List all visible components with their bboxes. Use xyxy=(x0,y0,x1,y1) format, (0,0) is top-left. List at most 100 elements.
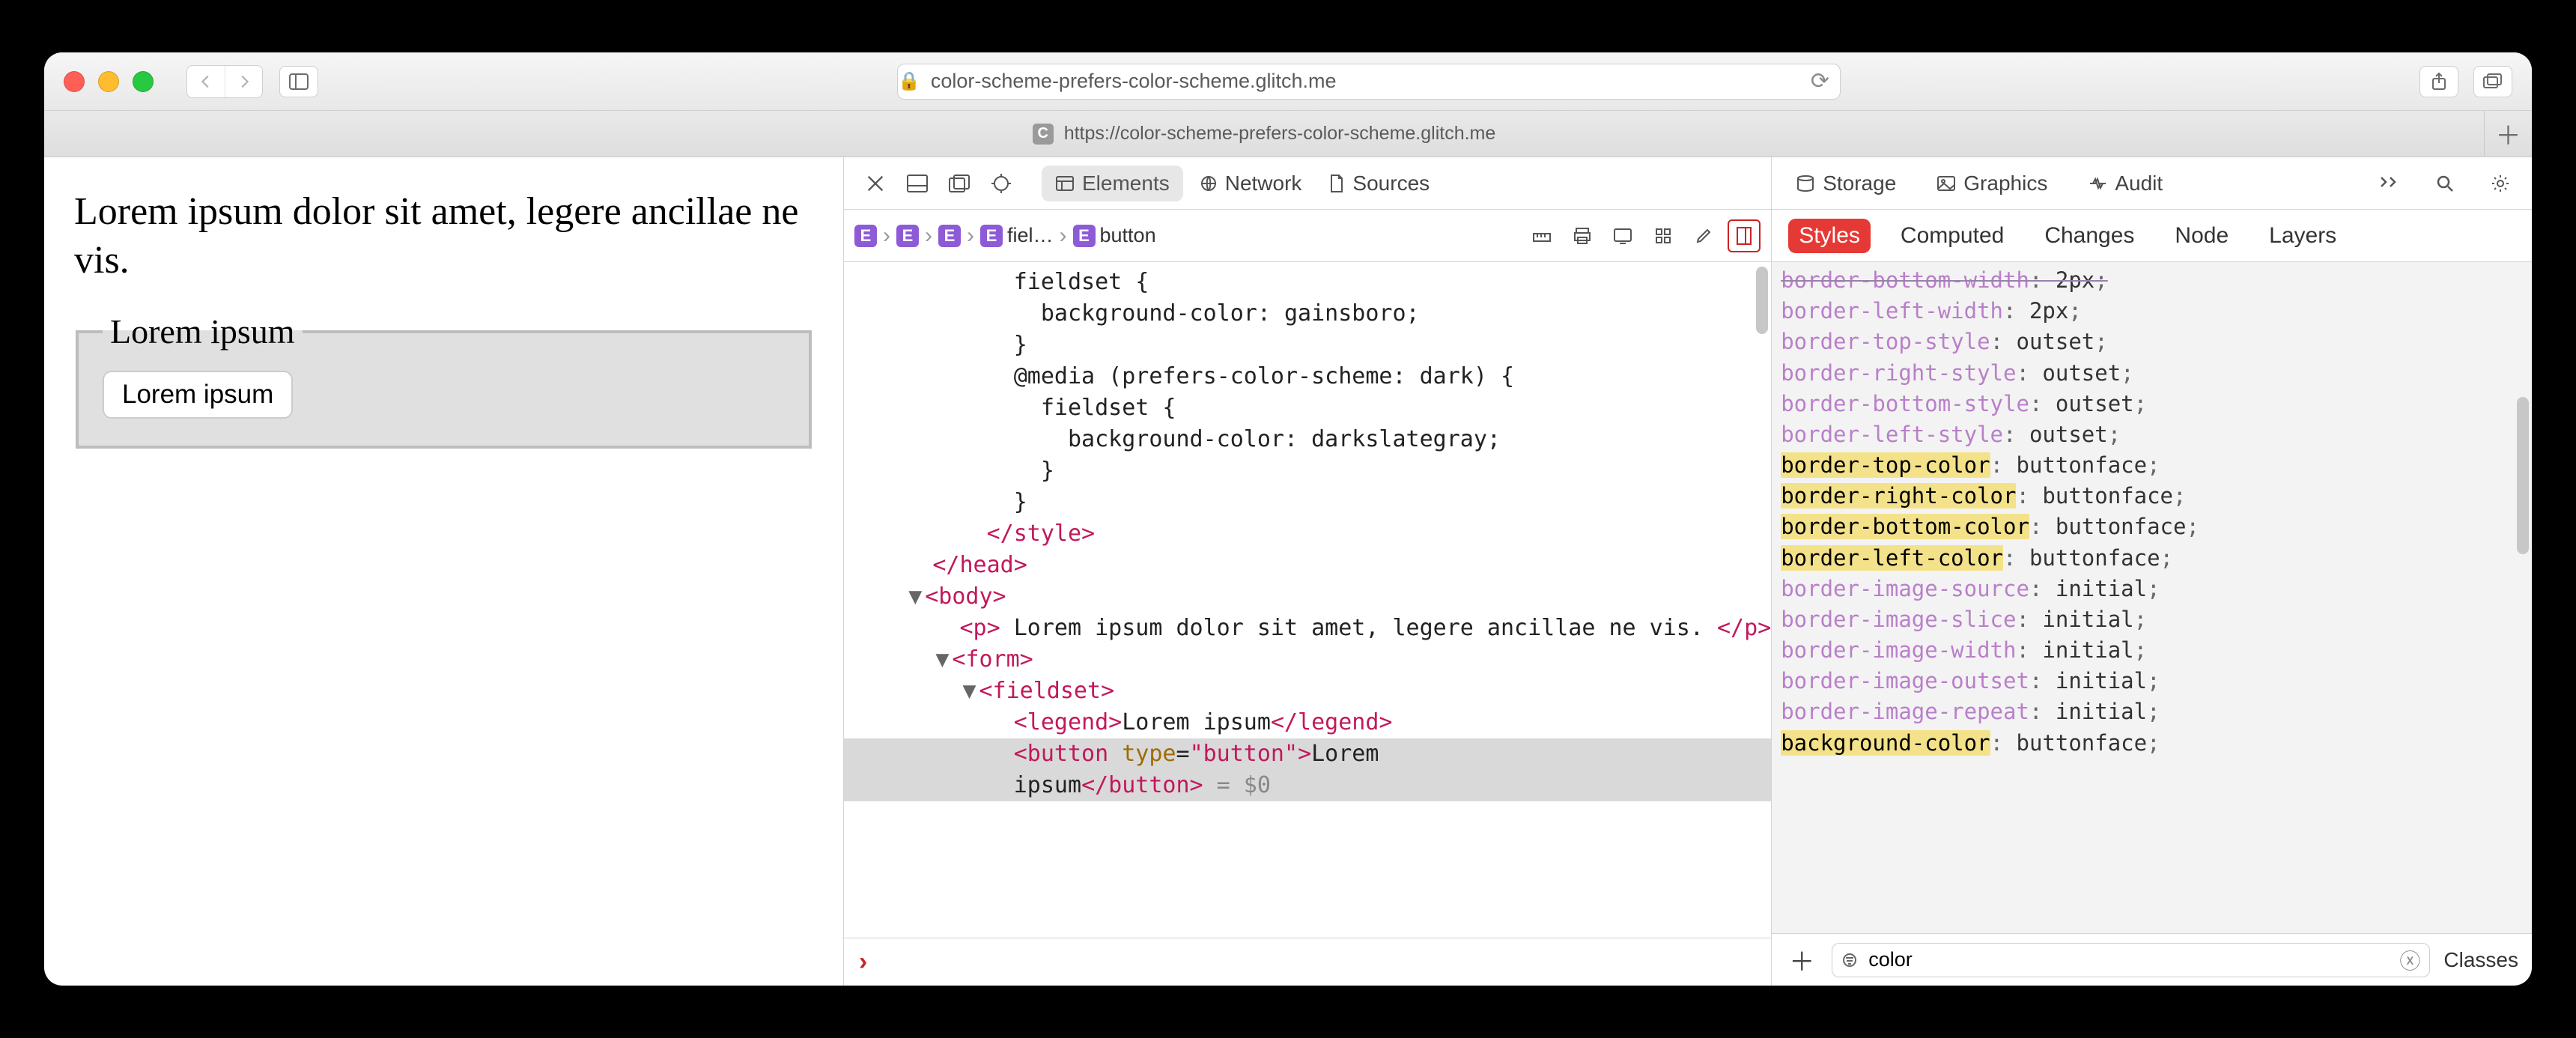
breadcrumb-item[interactable]: Efiel… xyxy=(980,224,1054,247)
share-button[interactable] xyxy=(2419,66,2458,97)
new-tab-button[interactable]: ＋ xyxy=(2484,111,2532,157)
styles-filter-row: ＋ ⓧ Classes xyxy=(1772,933,2532,986)
gear-icon[interactable] xyxy=(2482,166,2518,201)
tab-storage[interactable]: Storage xyxy=(1785,166,1907,201)
search-icon[interactable] xyxy=(2427,166,2463,201)
disclosure-triangle-icon[interactable]: ▼ xyxy=(905,581,925,613)
selected-node[interactable]: <button type="button">Lorem xyxy=(844,738,1771,770)
css-property-row[interactable]: border-left-color: buttonface; xyxy=(1781,543,2523,574)
scrollbar[interactable] xyxy=(2517,397,2529,554)
console-chevron-icon: › xyxy=(859,947,867,977)
css-property-row[interactable]: border-left-style: outset; xyxy=(1781,419,2523,450)
disclosure-triangle-icon[interactable]: ▼ xyxy=(960,676,979,707)
nav-forward-button[interactable] xyxy=(225,66,262,97)
nav-back-forward xyxy=(186,65,263,98)
tab-elements[interactable]: Elements xyxy=(1042,166,1183,201)
address-bar[interactable]: 🔒 color-scheme-prefers-color-scheme.glit… xyxy=(897,64,1841,100)
browser-window: 🔒 color-scheme-prefers-color-scheme.glit… xyxy=(44,52,2532,986)
breadcrumb-tools xyxy=(1525,219,1761,252)
breadcrumb: E › E › E › Efiel… › Ebutton xyxy=(844,210,1771,262)
styles-filter-input[interactable]: ⓧ xyxy=(1832,943,2430,977)
zoom-window-button[interactable] xyxy=(133,71,154,92)
ruler-icon[interactable] xyxy=(1525,219,1558,252)
tab-graphics[interactable]: Graphics xyxy=(1926,166,2058,201)
tab-network[interactable]: Network xyxy=(1189,166,1313,201)
subtab-node[interactable]: Node xyxy=(2164,219,2239,253)
dock-bottom-icon[interactable] xyxy=(899,166,935,201)
css-property-row[interactable]: border-image-outset: initial; xyxy=(1781,666,2523,696)
devtools-toolbar-right: Storage Graphics Audit xyxy=(1772,157,2532,210)
minimize-window-button[interactable] xyxy=(98,71,119,92)
devtools-elements-pane: Elements Network Sources E › E › E › xyxy=(844,157,1772,986)
lock-icon: 🔒 xyxy=(898,70,920,92)
breadcrumb-item[interactable]: E xyxy=(938,225,961,247)
styles-filter-field[interactable] xyxy=(1867,947,2390,972)
overflow-tabs-icon[interactable] xyxy=(2372,166,2408,201)
breadcrumb-item[interactable]: E xyxy=(854,225,877,247)
breadcrumb-item[interactable]: E xyxy=(896,225,919,247)
devtools-toolbar: Elements Network Sources xyxy=(844,157,1771,210)
show-sidebar-button[interactable] xyxy=(279,66,318,97)
css-property-row[interactable]: background-color: buttonface; xyxy=(1781,728,2523,759)
tab-sources-label: Sources xyxy=(1352,172,1430,195)
subtab-styles[interactable]: Styles xyxy=(1788,219,1871,253)
tab-storage-label: Storage xyxy=(1823,172,1896,195)
browser-tab[interactable]: C https://color-scheme-prefers-color-sch… xyxy=(44,111,2484,157)
css-property-row[interactable]: border-image-source: initial; xyxy=(1781,574,2523,604)
css-property-row[interactable]: border-top-style: outset; xyxy=(1781,327,2523,357)
layout-panel-icon[interactable] xyxy=(1728,219,1761,252)
close-window-button[interactable] xyxy=(64,71,85,92)
breadcrumb-item[interactable]: Ebutton xyxy=(1073,224,1156,247)
css-property-row[interactable]: border-bottom-style: outset; xyxy=(1781,389,2523,419)
tab-graphics-label: Graphics xyxy=(1963,172,2047,195)
inspect-element-icon[interactable] xyxy=(983,166,1019,201)
chevron-right-icon: › xyxy=(922,223,935,249)
subtab-computed[interactable]: Computed xyxy=(1890,219,2014,253)
add-rule-button[interactable]: ＋ xyxy=(1785,944,1818,977)
clear-filter-icon[interactable]: ⓧ xyxy=(2399,945,2420,975)
css-property-row[interactable]: border-image-width: initial; xyxy=(1781,635,2523,666)
page-button[interactable]: Lorem ipsum xyxy=(103,371,293,419)
css-property-row[interactable]: border-image-slice: initial; xyxy=(1781,604,2523,635)
subtab-changes[interactable]: Changes xyxy=(2034,219,2145,253)
tab-elements-label: Elements xyxy=(1082,172,1170,195)
paintbrush-icon[interactable] xyxy=(1687,219,1720,252)
dom-tree[interactable]: fieldset { background-color: gainsboro; … xyxy=(844,262,1771,938)
css-property-row[interactable]: border-bottom-width: 2px; xyxy=(1781,265,2523,296)
reload-icon[interactable]: ⟳ xyxy=(1811,68,1829,94)
classes-toggle[interactable]: Classes xyxy=(2443,948,2518,972)
browser-tab-bar: C https://color-scheme-prefers-color-sch… xyxy=(44,111,2532,157)
page-legend: Lorem ipsum xyxy=(103,312,303,351)
tab-sources[interactable]: Sources xyxy=(1318,166,1440,201)
css-properties-list[interactable]: border-bottom-width: 2px;border-left-wid… xyxy=(1772,262,2532,933)
devtools-styles-pane: Storage Graphics Audit xyxy=(1772,157,2532,986)
device-icon[interactable] xyxy=(1606,219,1639,252)
css-property-row[interactable]: border-image-repeat: initial; xyxy=(1781,696,2523,727)
rendered-page: Lorem ipsum dolor sit amet, legere ancil… xyxy=(44,157,844,986)
tab-audit[interactable]: Audit xyxy=(2077,166,2173,201)
show-all-tabs-button[interactable] xyxy=(2473,66,2512,97)
css-property-row[interactable]: border-top-color: buttonface; xyxy=(1781,450,2523,481)
dock-side-icon[interactable] xyxy=(941,166,977,201)
content-row: Lorem ipsum dolor sit amet, legere ancil… xyxy=(44,157,2532,986)
page-paragraph: Lorem ipsum dolor sit amet, legere ancil… xyxy=(74,187,813,285)
address-bar-text: color-scheme-prefers-color-scheme.glitch… xyxy=(931,70,1337,93)
css-property-row[interactable]: border-right-style: outset; xyxy=(1781,358,2523,389)
print-styles-icon[interactable] xyxy=(1566,219,1599,252)
subtab-layers[interactable]: Layers xyxy=(2258,219,2347,253)
close-devtools-button[interactable] xyxy=(857,166,893,201)
grid-icon[interactable] xyxy=(1647,219,1680,252)
css-property-row[interactable]: border-bottom-color: buttonface; xyxy=(1781,512,2523,542)
scrollbar[interactable] xyxy=(1756,267,1768,334)
nav-back-button[interactable] xyxy=(187,66,225,97)
filter-icon xyxy=(1841,952,1858,968)
console-prompt-row[interactable]: › xyxy=(844,938,1771,986)
chevron-right-icon: › xyxy=(964,223,977,249)
chevron-right-icon: › xyxy=(1057,223,1070,249)
css-property-row[interactable]: border-right-color: buttonface; xyxy=(1781,481,2523,512)
window-traffic-lights xyxy=(64,71,154,92)
tab-network-label: Network xyxy=(1225,172,1302,195)
tab-title: https://color-scheme-prefers-color-schem… xyxy=(1064,123,1496,145)
disclosure-triangle-icon[interactable]: ▼ xyxy=(932,644,952,676)
css-property-row[interactable]: border-left-width: 2px; xyxy=(1781,296,2523,327)
